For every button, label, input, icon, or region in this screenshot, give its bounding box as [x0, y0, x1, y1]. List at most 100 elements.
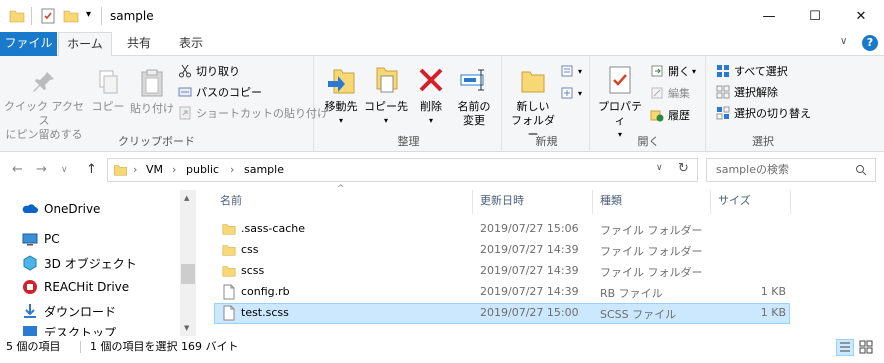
nav-item-reachit-drive[interactable]: REACHit Drive: [22, 276, 129, 298]
table-row[interactable]: config.rb 2019/07/27 14:39 RB ファイル 1 KB: [214, 282, 790, 303]
folder-icon: [9, 10, 25, 23]
tab-view[interactable]: 表示: [166, 32, 216, 56]
file-date: 2019/07/27 14:39: [480, 285, 579, 298]
pc-icon: [22, 233, 38, 246]
properties-icon: [609, 66, 631, 94]
scroll-up-icon[interactable]: ▲: [184, 194, 189, 202]
back-button[interactable]: ←: [12, 162, 23, 177]
properties-button[interactable]: プロパティ ▾: [594, 64, 646, 142]
column-divider[interactable]: [592, 190, 593, 214]
new-item-button[interactable]: ▾: [560, 61, 582, 81]
help-icon[interactable]: ?: [862, 35, 878, 51]
recent-locations-button[interactable]: ∨: [61, 165, 68, 175]
copy-path-label: パスのコピー: [196, 86, 262, 99]
folder-icon: [222, 245, 236, 256]
paste-shortcut-button[interactable]: ショートカットの貼り付け: [178, 103, 328, 123]
column-divider[interactable]: [790, 190, 791, 214]
column-divider[interactable]: [472, 190, 473, 214]
customize-quick-access-icon[interactable]: ▾: [86, 9, 91, 20]
organize-group: 移動先 ▾ コピー先 ▾ 削除 ▾ 名前の 変更 整理: [316, 56, 502, 152]
forward-button[interactable]: →: [36, 162, 47, 177]
collapse-ribbon-icon[interactable]: ∨: [840, 36, 847, 47]
breadcrumb-public[interactable]: public: [186, 163, 219, 176]
paste-shortcut-icon: [179, 106, 191, 120]
edit-button[interactable]: 編集: [650, 83, 690, 103]
open-button[interactable]: 開く ▾: [650, 61, 696, 81]
breadcrumb-sample[interactable]: sample: [244, 163, 284, 176]
copy-button[interactable]: コピー: [88, 68, 128, 114]
tab-share[interactable]: 共有: [114, 32, 164, 56]
move-to-button[interactable]: 移動先 ▾: [320, 64, 362, 128]
path-separator: ›: [133, 163, 138, 176]
breadcrumb-vm[interactable]: VM: [146, 163, 163, 176]
new-folder-button[interactable]: 新しい フォルダー: [508, 64, 558, 142]
chevron-down-icon: ▾: [428, 116, 433, 125]
minimize-button[interactable]: —: [746, 0, 792, 32]
properties-quick-access-icon[interactable]: [40, 8, 56, 24]
chevron-down-icon: ▾: [578, 88, 583, 98]
table-row[interactable]: .sass-cache 2019/07/27 15:06 ファイル フォルダー: [214, 219, 790, 240]
history-button[interactable]: 履歴: [650, 105, 690, 125]
column-header-name[interactable]: 名前: [214, 190, 472, 214]
folder-icon: [114, 165, 127, 176]
nav-item-desktop[interactable]: デスクトップ: [22, 324, 116, 336]
file-date: 2019/07/27 15:06: [480, 222, 579, 235]
column-header-type[interactable]: 種類: [594, 190, 710, 214]
copy-path-icon: [178, 87, 192, 97]
new-folder-icon: [521, 71, 545, 93]
move-to-icon: [328, 69, 355, 94]
search-input[interactable]: sampleの検索: [706, 158, 876, 182]
large-icons-view-button[interactable]: [858, 339, 876, 356]
window-title: sample: [110, 9, 154, 23]
file-size: 1 KB: [760, 285, 786, 298]
nav-scrollbar[interactable]: ▲ ▼: [180, 190, 196, 336]
tab-home[interactable]: ホーム: [58, 32, 112, 57]
delete-button[interactable]: 削除 ▾: [414, 64, 448, 128]
tab-file[interactable]: ファイル: [0, 32, 57, 56]
up-button[interactable]: ↑: [86, 162, 97, 177]
invert-selection-button[interactable]: 選択の切り替え: [716, 103, 811, 123]
select-none-button[interactable]: 選択解除: [716, 82, 778, 102]
table-row[interactable]: css 2019/07/27 14:39 ファイル フォルダー: [214, 240, 790, 261]
select-all-label: すべて選択: [734, 65, 788, 78]
3d-objects-icon: [23, 255, 37, 271]
nav-item-pc[interactable]: PC: [22, 228, 60, 250]
maximize-button[interactable]: ☐: [792, 0, 838, 32]
column-divider[interactable]: [710, 190, 711, 214]
cut-button[interactable]: 切り取り: [178, 61, 240, 81]
rename-button[interactable]: 名前の 変更: [452, 64, 496, 128]
address-bar[interactable]: › VM › public › sample ∨ ↻: [107, 158, 698, 182]
copy-path-button[interactable]: パスのコピー: [178, 82, 262, 102]
folder-icon: [222, 224, 236, 235]
nav-item-onedrive[interactable]: OneDrive: [22, 198, 100, 220]
ribbon-tabs: ファイル ホーム 共有 表示 ∨ ?: [0, 32, 884, 57]
navigation-pane: OneDrive PC 3D オブジェクト REACHit Drive ダウンロ…: [0, 190, 196, 336]
scroll-down-icon[interactable]: ▼: [184, 324, 189, 332]
pin-to-quick-access-button[interactable]: クイック アクセス にピン留めする: [4, 68, 84, 142]
scroll-thumb[interactable]: [181, 264, 195, 284]
properties-label: プロパティ: [598, 100, 642, 127]
large-icons-view-icon: [859, 340, 873, 354]
file-icon: [223, 284, 235, 300]
nav-item-3d-objects[interactable]: 3D オブジェクト: [22, 252, 137, 274]
column-header-size[interactable]: サイズ: [712, 190, 790, 214]
table-row[interactable]: scss 2019/07/27 14:39 ファイル フォルダー: [214, 261, 790, 282]
column-header-date[interactable]: 更新日時: [474, 190, 592, 214]
details-view-icon: [840, 342, 850, 352]
copy-to-button[interactable]: コピー先 ▾: [362, 64, 410, 128]
paste-button[interactable]: 貼り付け: [128, 68, 176, 116]
refresh-icon[interactable]: ↻: [678, 161, 689, 176]
table-row-selected[interactable]: test.scss 2019/07/27 15:00 SCSS ファイル 1 K…: [214, 303, 790, 324]
rename-label-1: 名前の: [457, 100, 491, 113]
nav-item-downloads[interactable]: ダウンロード: [22, 300, 116, 322]
file-name: test.scss: [241, 306, 289, 319]
address-dropdown-icon[interactable]: ∨: [656, 163, 663, 173]
file-name: css: [241, 243, 259, 256]
nav-label: REACHit Drive: [44, 280, 130, 294]
easy-access-button[interactable]: ▾: [560, 83, 582, 103]
new-folder-quick-access-icon[interactable]: [63, 8, 79, 24]
select-all-button[interactable]: すべて選択: [716, 61, 788, 81]
close-button[interactable]: ✕: [838, 0, 884, 32]
details-view-button[interactable]: [836, 339, 854, 356]
copy-label: コピー: [91, 100, 125, 113]
